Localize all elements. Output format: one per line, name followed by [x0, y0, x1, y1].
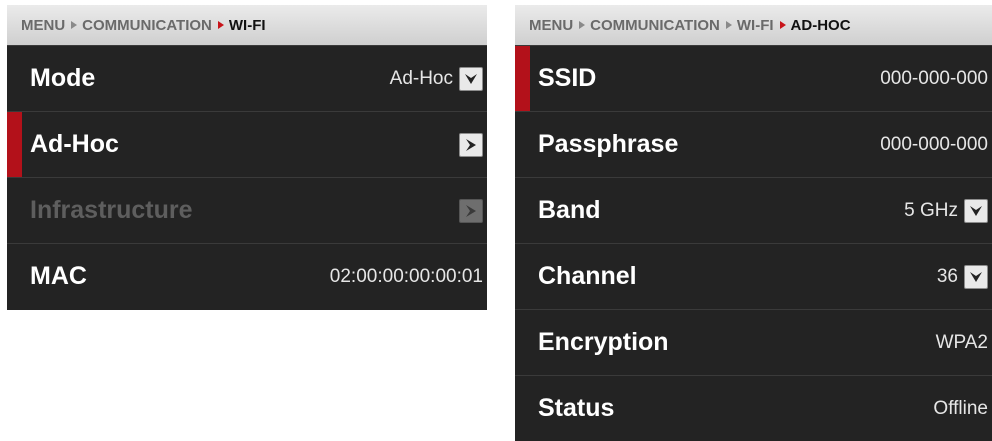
breadcrumb-item-menu[interactable]: MENU: [21, 17, 65, 34]
passphrase-value[interactable]: 000-000-000: [880, 134, 988, 156]
breadcrumb-separator-icon: [725, 21, 732, 29]
chevron-down-icon[interactable]: [964, 198, 988, 223]
menu-row-mode[interactable]: Mode Ad-Hoc: [7, 45, 487, 111]
row-label: Mode: [30, 64, 96, 92]
chevron-right-icon: [459, 198, 483, 223]
row-label: Encryption: [538, 328, 669, 356]
breadcrumb: MENU COMMUNICATION WI-FI: [7, 5, 487, 45]
row-label: Passphrase: [538, 130, 679, 158]
breadcrumb-item-wifi[interactable]: WI-FI: [737, 17, 774, 34]
wifi-menu-panel: MENU COMMUNICATION WI-FI Mode Ad-Hoc Ad-…: [7, 5, 487, 310]
ad-hoc-menu-panel: MENU COMMUNICATION WI-FI AD-HOC SSID 000…: [515, 5, 992, 441]
row-value-area: [459, 198, 483, 223]
band-dropdown[interactable]: 5 GHz: [904, 198, 988, 223]
selection-indicator: [515, 46, 530, 111]
row-value-area: [459, 132, 483, 157]
row-label: Infrastructure: [30, 196, 193, 224]
breadcrumb-item-ad-hoc: AD-HOC: [790, 16, 851, 34]
row-value: 36: [936, 265, 958, 287]
breadcrumb-separator-icon: [779, 21, 786, 29]
chevron-down-icon[interactable]: [459, 66, 483, 91]
menu-row-mac: MAC 02:00:00:00:00:01: [7, 243, 487, 309]
menu-row-band[interactable]: Band 5 GHz: [515, 177, 992, 243]
breadcrumb-item-communication[interactable]: COMMUNICATION: [590, 17, 720, 34]
row-value: 5 GHz: [904, 199, 958, 221]
breadcrumb-separator-icon: [217, 21, 224, 29]
encryption-value: WPA2: [935, 331, 988, 353]
channel-dropdown[interactable]: 36: [936, 264, 988, 289]
chevron-down-icon[interactable]: [964, 264, 988, 289]
breadcrumb-separator-icon: [579, 21, 586, 29]
row-label: MAC: [30, 262, 87, 290]
row-label: Status: [538, 394, 615, 422]
row-label: Channel: [538, 262, 637, 290]
breadcrumb-separator-icon: [71, 21, 78, 29]
ssid-value[interactable]: 000-000-000: [880, 68, 988, 90]
menu-row-ssid[interactable]: SSID 000-000-000: [515, 45, 992, 111]
menu-row-ad-hoc[interactable]: Ad-Hoc: [7, 111, 487, 177]
menu-row-passphrase[interactable]: Passphrase 000-000-000: [515, 111, 992, 177]
row-value: Ad-Hoc: [389, 67, 453, 89]
breadcrumb-item-menu[interactable]: MENU: [529, 17, 573, 34]
row-label: Band: [538, 196, 601, 224]
row-label: Ad-Hoc: [30, 130, 119, 158]
menu-row-encryption: Encryption WPA2: [515, 309, 992, 375]
mode-dropdown[interactable]: Ad-Hoc: [389, 66, 483, 91]
breadcrumb-item-communication[interactable]: COMMUNICATION: [82, 17, 212, 34]
selection-indicator: [7, 112, 22, 177]
breadcrumb-item-wifi: WI-FI: [228, 16, 266, 34]
chevron-right-icon[interactable]: [459, 132, 483, 157]
status-value: Offline: [933, 397, 988, 419]
row-label: SSID: [538, 64, 597, 92]
menu-row-channel[interactable]: Channel 36: [515, 243, 992, 309]
menu-row-infrastructure: Infrastructure: [7, 177, 487, 243]
menu-row-status: Status Offline: [515, 375, 992, 441]
breadcrumb: MENU COMMUNICATION WI-FI AD-HOC: [515, 5, 992, 45]
mac-address-value: 02:00:00:00:00:01: [329, 265, 483, 287]
